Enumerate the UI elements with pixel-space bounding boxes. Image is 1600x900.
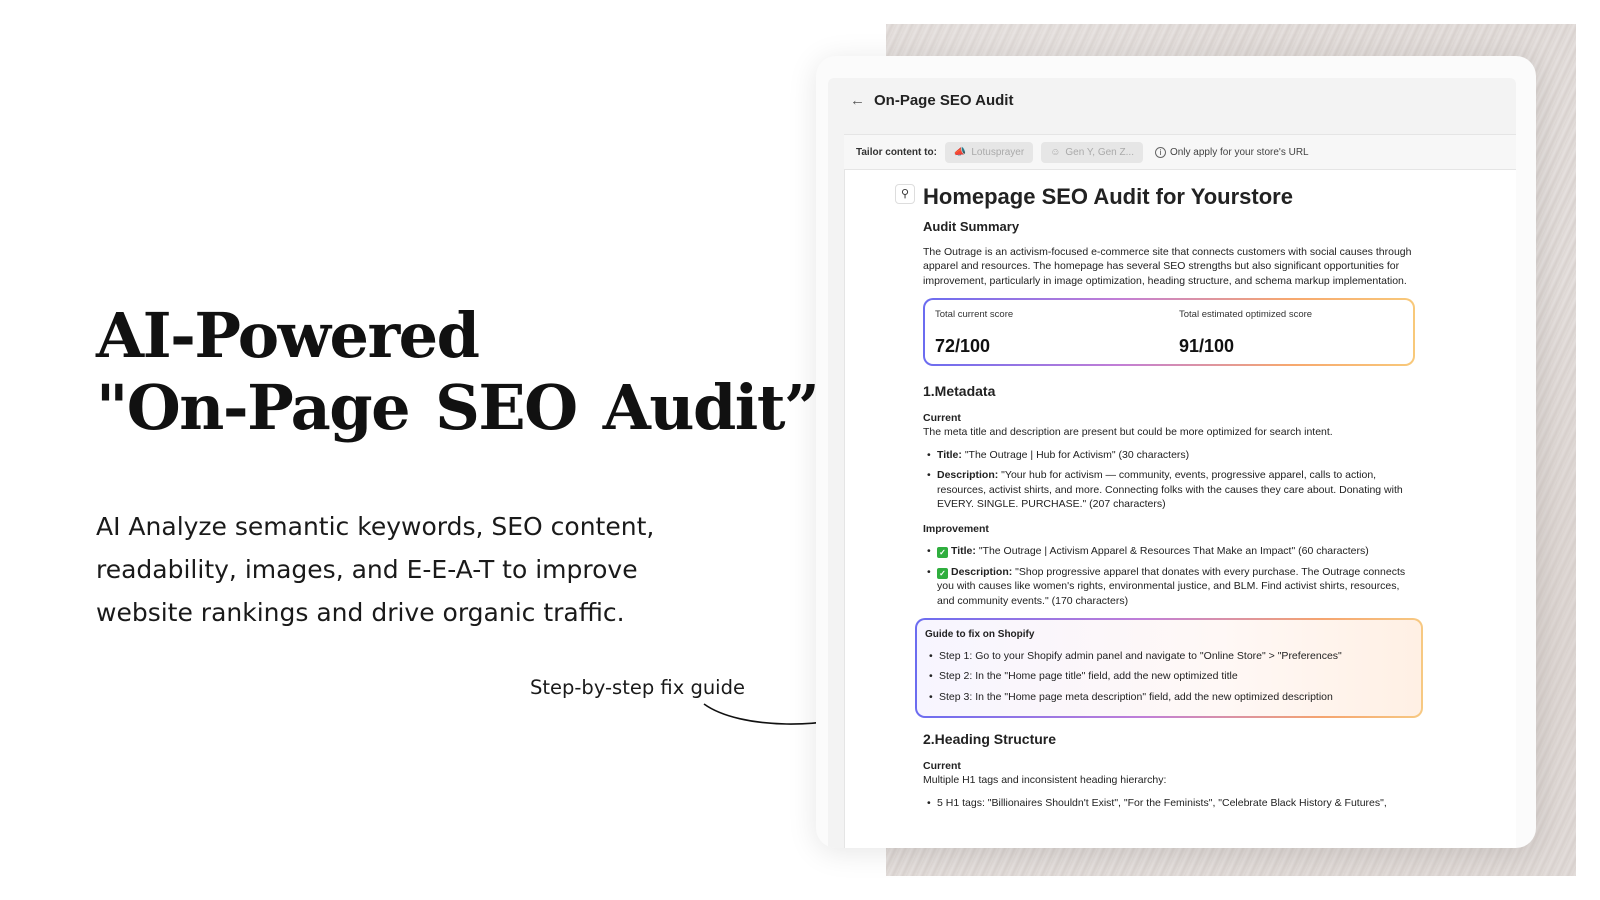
item-label: Description: — [937, 469, 999, 481]
hs-current-text: Multiple H1 tags and inconsistent headin… — [923, 774, 1167, 786]
hero-title-prefix: "On-Page — [96, 371, 430, 444]
score-card: Total current score 72/100 Total estimat… — [923, 298, 1415, 366]
url-note-label: Only apply for your store's URL — [1169, 146, 1309, 158]
list-item: ✓Description: "Shop progressive apparel … — [927, 565, 1415, 609]
person-icon: ☺ — [1050, 146, 1061, 158]
audit-magnifier-icon[interactable]: ⚲ — [895, 184, 915, 204]
brand-chip[interactable]: 📣 Lotusprayer — [944, 141, 1034, 163]
summary-text: The Outrage is an activism-focused e-com… — [923, 245, 1412, 287]
app-header: ← On-Page SEO Audit — [828, 78, 1516, 122]
hero-title: AI-Powered "On-Page SEO Audit” — [96, 299, 820, 444]
list-item: ✓Title: "The Outrage | Activism Apparel … — [927, 544, 1415, 559]
check-icon: ✓ — [937, 567, 948, 579]
optimized-score-label: Total estimated optimized score — [1179, 309, 1313, 320]
app-window: ← On-Page SEO Audit Tailor content to: 📣… — [816, 56, 1536, 848]
hero-title-suffix: Audit” — [582, 371, 820, 444]
item-text: "The Outrage | Hub for Activism" (30 cha… — [961, 448, 1190, 461]
doc-content: Homepage SEO Audit for Yourstore Audit S… — [915, 182, 1423, 820]
hs-list: 5 H1 tags: "Billionaires Shouldn't Exist… — [923, 796, 1415, 811]
item-text: "Your hub for activism — community, even… — [937, 469, 1403, 510]
audit-document[interactable]: ⚲ Homepage SEO Audit for Yourstore Audit… — [844, 170, 1516, 848]
brand-chip-label: Lotusprayer — [971, 146, 1025, 158]
page-title: On-Page SEO Audit — [874, 91, 1014, 109]
list-item: Description: "Your hub for activism — co… — [927, 468, 1415, 512]
seo-highlight: SEO — [429, 372, 583, 444]
hs-current-label: Current — [923, 759, 961, 772]
item-text: "The Outrage | Activism Apparel & Resour… — [975, 545, 1369, 557]
shopify-guide-card: Guide to fix on Shopify Step 1: Go to yo… — [915, 618, 1423, 718]
summary-heading: Audit Summary — [923, 219, 1020, 234]
check-icon: ✓ — [937, 547, 948, 558]
hero-title-line1: AI-Powered — [96, 299, 480, 372]
item-label: Description: — [951, 565, 1013, 578]
app-frame: ← On-Page SEO Audit Tailor content to: 📣… — [828, 78, 1516, 848]
guide-step: Step 3: In the "Home page meta descripti… — [929, 690, 1413, 705]
tailor-toolbar: Tailor content to: 📣 Lotusprayer ☺ Gen Y… — [844, 134, 1516, 170]
guide-step: Step 2: In the "Home page title" field, … — [929, 669, 1413, 684]
current-text: The meta title and description are prese… — [923, 426, 1333, 438]
guide-step: Step 1: Go to your Shopify admin panel a… — [929, 649, 1413, 664]
improvement-label: Improvement — [923, 522, 989, 535]
guide-title: Guide to fix on Shopify — [925, 629, 1035, 640]
audience-chip-label: Gen Y, Gen Z... — [1065, 146, 1134, 158]
optimized-score-value: 91/100 — [1179, 335, 1235, 356]
hero-subtitle: AI Analyze semantic keywords, SEO conten… — [96, 512, 655, 627]
doc-title: Homepage SEO Audit for Yourstore — [923, 184, 1293, 209]
tailor-label: Tailor content to: — [856, 146, 937, 158]
current-list: Title: "The Outrage | Hub for Activism" … — [923, 448, 1415, 512]
audience-chip[interactable]: ☺ Gen Y, Gen Z... — [1041, 141, 1143, 163]
hero-title-line2: "On-Page SEO Audit” — [96, 371, 820, 444]
list-item: Title: "The Outrage | Hub for Activism" … — [927, 448, 1415, 463]
megaphone-icon: 📣 — [953, 146, 967, 158]
url-note: i Only apply for your store's URL — [1154, 146, 1309, 158]
heading-structure-heading: 2.Heading Structure — [923, 731, 1057, 747]
arrow-left-icon[interactable]: ← — [850, 92, 865, 109]
optimized-score: Total estimated optimized score 91/100 — [1169, 300, 1413, 364]
current-score-value: 72/100 — [935, 335, 991, 356]
current-score: Total current score 72/100 — [925, 300, 1169, 364]
current-score-label: Total current score — [935, 309, 1014, 320]
info-icon: i — [1154, 146, 1166, 158]
item-label: Title: — [937, 448, 962, 461]
guide-steps: Step 1: Go to your Shopify admin panel a… — [925, 649, 1413, 705]
callout-label: Step-by-step fix guide — [530, 676, 745, 699]
metadata-heading: 1.Metadata — [923, 383, 996, 399]
item-label: Title: — [951, 545, 976, 557]
current-label: Current — [923, 411, 961, 424]
list-item: 5 H1 tags: "Billionaires Shouldn't Exist… — [927, 796, 1415, 811]
improvement-list: ✓Title: "The Outrage | Activism Apparel … — [923, 544, 1415, 608]
